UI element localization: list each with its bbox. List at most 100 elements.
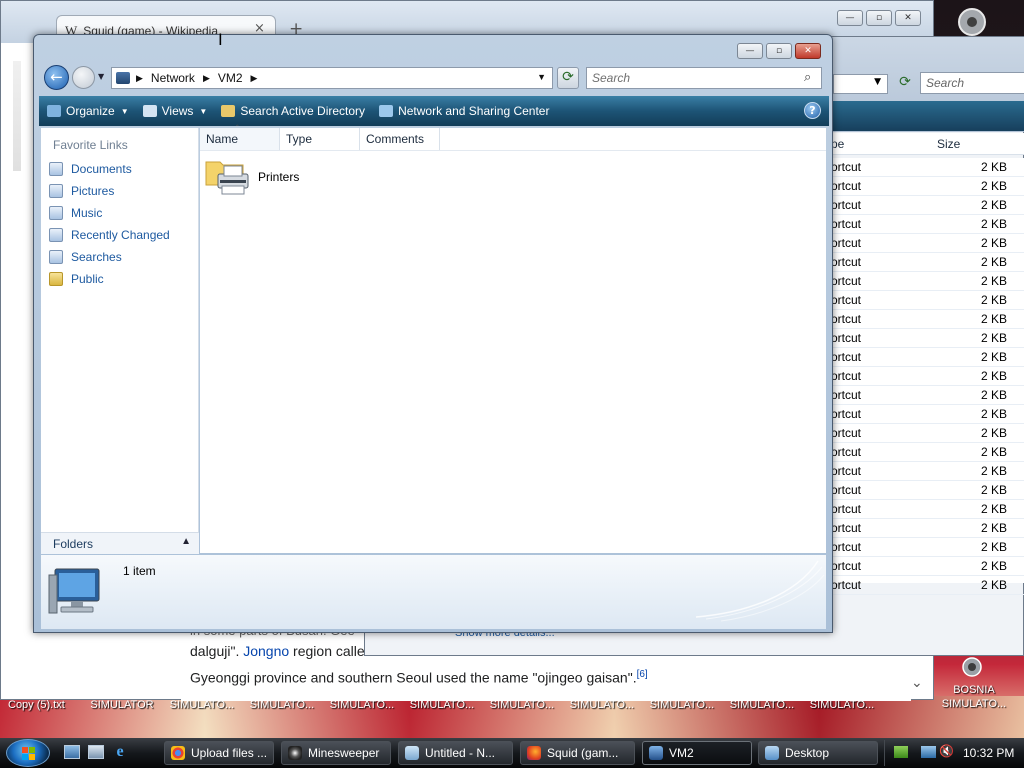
desktop-icon-label[interactable]: SIMULATO... (402, 699, 482, 715)
explorer-window: — ▫ ✕ ← ▼ ▶ Network ▶ VM2 ▶ ▼ ⟳ Search ⌕… (33, 34, 833, 633)
table-row[interactable]: ortcut 2 KB (827, 424, 1024, 443)
table-row[interactable]: ortcut 2 KB (827, 234, 1024, 253)
network-tray-icon[interactable] (921, 746, 936, 758)
table-row[interactable]: ortcut 2 KB (827, 310, 1024, 329)
clock[interactable]: 10:32 PM (963, 746, 1014, 760)
favorite-link-public[interactable]: Public (49, 272, 104, 286)
tray-app-icon[interactable] (894, 746, 908, 758)
views-button[interactable]: Views ▼ (142, 104, 207, 118)
back-button[interactable]: ← (44, 65, 69, 90)
start-button[interactable] (6, 739, 50, 767)
breadcrumb-network[interactable]: Network (151, 71, 195, 85)
taskbar-button-firefox[interactable]: Squid (gam... (520, 741, 635, 765)
gear-icon[interactable] (952, 652, 992, 682)
desktop-icon-label[interactable]: SIMULATO... (322, 699, 402, 715)
file-size: 2 KB (980, 274, 1007, 288)
internet-explorer-icon[interactable]: e (111, 743, 129, 761)
network-sharing-center-button[interactable]: Network and Sharing Center (379, 104, 549, 118)
table-row[interactable]: ortcut 2 KB (827, 386, 1024, 405)
table-row[interactable]: ortcut 2 KB (827, 405, 1024, 424)
printers-folder-icon (205, 161, 249, 195)
table-row[interactable]: ortcut 2 KB (827, 538, 1024, 557)
column-header-comments[interactable]: Comments (360, 128, 440, 150)
table-row[interactable]: ortcut 2 KB (827, 557, 1024, 576)
table-row[interactable]: ortcut 2 KB (827, 253, 1024, 272)
table-row[interactable]: ortcut 2 KB (827, 348, 1024, 367)
close-button[interactable]: ✕ (795, 43, 821, 59)
taskbar-button-notepad[interactable]: Untitled - N... (398, 741, 513, 765)
taskbar-button-vm2[interactable]: VM2 (642, 741, 752, 765)
desktop-icon-label[interactable]: SIMULATO... (642, 699, 722, 715)
desktop-icon-label[interactable]: SIMULATO... (802, 699, 882, 715)
address-dropdown-icon[interactable]: ▼ (537, 72, 546, 82)
minimize-button[interactable]: — (737, 43, 763, 59)
maximize-button[interactable]: ▫ (766, 43, 792, 59)
folders-toggle[interactable]: Folders ▲ (41, 532, 199, 554)
organize-button[interactable]: Organize ▼ (47, 104, 129, 118)
table-row[interactable]: ortcut 2 KB (827, 367, 1024, 386)
search-active-directory-button[interactable]: Search Active Directory (221, 104, 365, 118)
column-header-type[interactable]: Type (280, 128, 360, 150)
table-row[interactable]: ortcut 2 KB (827, 576, 1024, 595)
history-dropdown-icon[interactable]: ▼ (98, 72, 104, 81)
refresh-button[interactable]: ⟳ (557, 67, 579, 89)
desktop-icon-label[interactable]: BOSNIA (936, 684, 1012, 697)
column-header-type[interactable]: pe (831, 137, 844, 151)
table-row[interactable]: ortcut 2 KB (827, 215, 1024, 234)
favorite-link-searches[interactable]: Searches (49, 250, 122, 264)
address-bar[interactable]: ▶ Network ▶ VM2 ▶ ▼ (111, 67, 553, 89)
column-header-size[interactable]: Size (937, 137, 960, 151)
taskbar-button-minesweeper[interactable]: Minesweeper (281, 741, 391, 765)
maximize-button[interactable]: ▫ (866, 10, 892, 26)
table-row[interactable]: ortcut 2 KB (827, 462, 1024, 481)
favorite-link-music[interactable]: Music (49, 206, 102, 220)
search-input[interactable]: Search (920, 72, 1024, 94)
column-header-name[interactable]: Name ˆ (200, 124, 280, 150)
windows-logo-icon (22, 747, 35, 760)
switch-windows-icon[interactable] (88, 745, 104, 759)
show-desktop-icon[interactable] (64, 745, 80, 759)
table-row[interactable]: ortcut 2 KB (827, 177, 1024, 196)
desktop-icon-label[interactable]: SIMULATO... (162, 699, 242, 715)
scroll-down-icon[interactable]: ⌄ (911, 675, 923, 691)
table-row[interactable]: ortcut 2 KB (827, 272, 1024, 291)
desktop-icon-label[interactable]: SIMULATO... (482, 699, 562, 715)
table-row[interactable]: ortcut 2 KB (827, 196, 1024, 215)
address-bar-partial[interactable]: ▼ (833, 74, 888, 94)
minimize-button[interactable]: — (837, 10, 863, 26)
documents-icon (49, 162, 63, 176)
close-button[interactable]: ✕ (895, 10, 921, 26)
desktop-icon-label[interactable]: SIMULATO... (242, 699, 322, 715)
file-type: ortcut (831, 388, 862, 402)
favorite-link-label: Public (71, 272, 104, 286)
file-type: ortcut (831, 236, 862, 250)
desktop-icon-label[interactable]: Copy (5).txt (0, 699, 82, 715)
table-row[interactable]: ortcut 2 KB (827, 291, 1024, 310)
refresh-icon[interactable]: ⟳ (895, 74, 915, 94)
taskbar-button-desktop[interactable]: Desktop (758, 741, 878, 765)
desktop-icon-label[interactable]: SIMULATO... (722, 699, 802, 715)
list-item[interactable]: Printers (204, 156, 344, 198)
desktop-icon-label[interactable]: SIMULATO... (936, 698, 1012, 711)
favorite-link-pictures[interactable]: Pictures (49, 184, 114, 198)
table-row[interactable]: ortcut 2 KB (827, 443, 1024, 462)
article-link[interactable]: Jongno (243, 643, 289, 659)
table-row[interactable]: ortcut 2 KB (827, 519, 1024, 538)
volume-muted-icon[interactable]: 🔇 (939, 744, 954, 758)
forward-button[interactable] (72, 66, 95, 89)
table-row[interactable]: ortcut 2 KB (827, 481, 1024, 500)
breadcrumb-vm2[interactable]: VM2 (218, 71, 243, 85)
help-button[interactable]: ? (804, 102, 821, 119)
desktop-icon-label[interactable]: SIMULATOR (82, 699, 162, 715)
favorite-link-documents[interactable]: Documents (49, 162, 132, 176)
table-row[interactable]: ortcut 2 KB (827, 158, 1024, 177)
table-row[interactable]: ortcut 2 KB (827, 329, 1024, 348)
gear-icon[interactable] (950, 4, 994, 40)
favorite-link-recently-changed[interactable]: Recently Changed (49, 228, 170, 242)
search-input[interactable]: Search (586, 67, 822, 89)
reference-link[interactable]: [6] (637, 669, 648, 680)
search-icon[interactable]: ⌕ (804, 70, 811, 85)
table-row[interactable]: ortcut 2 KB (827, 500, 1024, 519)
taskbar-button-upload[interactable]: Upload files ... (164, 741, 274, 765)
desktop-icon-label[interactable]: SIMULATO... (562, 699, 642, 715)
